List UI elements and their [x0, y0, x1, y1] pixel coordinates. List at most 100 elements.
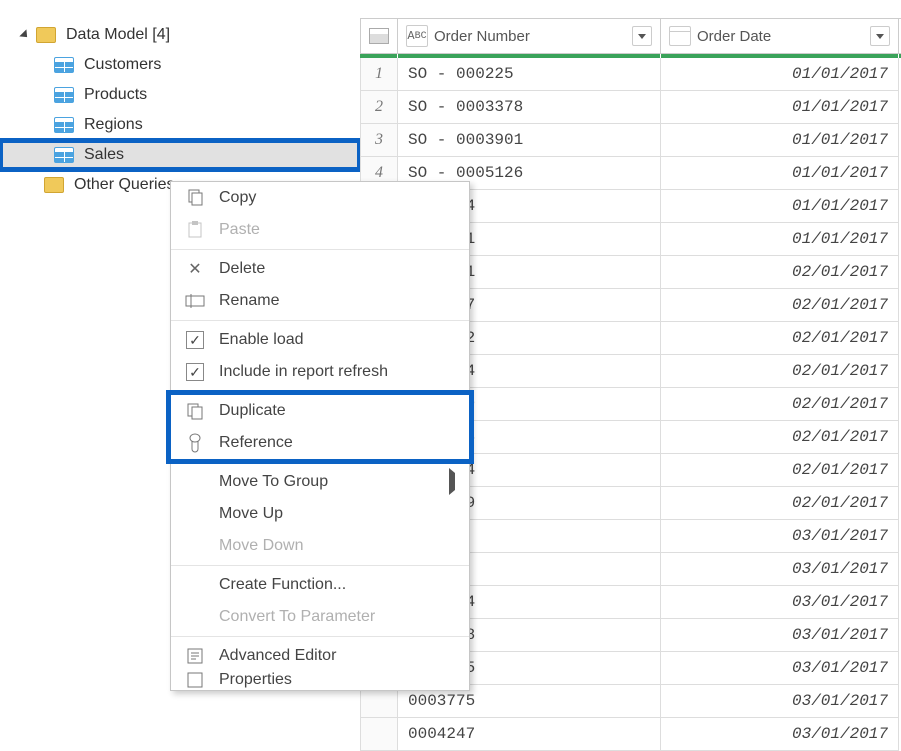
cell-order-date[interactable]: 03/01/2017	[661, 520, 899, 553]
cell-order-number[interactable]: 0004247	[398, 718, 661, 751]
ctx-label: Create Function...	[219, 576, 346, 594]
cell-order-date[interactable]: 01/01/2017	[661, 91, 899, 124]
query-label: Regions	[84, 116, 143, 134]
properties-icon	[183, 672, 207, 690]
ctx-convert-parameter: Convert To Parameter	[171, 601, 469, 633]
column-header-order-number[interactable]: ABC Order Number	[398, 19, 661, 53]
ctx-label: Delete	[219, 260, 265, 278]
cell-order-date[interactable]: 01/01/2017	[661, 124, 899, 157]
column-header-order-date[interactable]: Order Date	[661, 19, 899, 53]
row-header-corner[interactable]	[360, 19, 398, 53]
cell-order-number[interactable]: SO - 000225	[398, 58, 661, 91]
copy-icon	[183, 188, 207, 208]
ctx-label: Paste	[219, 221, 260, 239]
ctx-label: Move Down	[219, 537, 303, 555]
rename-icon	[183, 291, 207, 311]
duplicate-icon	[183, 401, 207, 421]
folder-icon	[44, 177, 64, 193]
blank-icon	[183, 607, 207, 627]
ctx-move-up[interactable]: Move Up	[171, 498, 469, 530]
grid-header-row: ABC Order Number Order Date	[360, 18, 901, 54]
folder-label: Other Queries	[74, 176, 174, 194]
ctx-create-function[interactable]: Create Function...	[171, 569, 469, 601]
expander-icon[interactable]	[19, 29, 30, 40]
cell-order-date[interactable]: 03/01/2017	[661, 586, 899, 619]
column-label: Order Date	[697, 28, 771, 45]
cell-order-date[interactable]: 02/01/2017	[661, 454, 899, 487]
paste-icon	[183, 220, 207, 240]
folder-label: Data Model [4]	[66, 26, 170, 44]
context-menu: Copy Paste ✕ Delete Rename Enable load I…	[170, 181, 470, 691]
ctx-enable-load[interactable]: Enable load	[171, 324, 469, 356]
ctx-delete[interactable]: ✕ Delete	[171, 253, 469, 285]
ctx-label: Rename	[219, 292, 279, 310]
cell-order-date[interactable]: 02/01/2017	[661, 487, 899, 520]
table-icon	[54, 87, 74, 103]
table-row[interactable]: 3SO - 000390101/01/2017	[360, 124, 901, 157]
ctx-move-to-group[interactable]: Move To Group	[171, 466, 469, 498]
cell-order-number[interactable]: SO - 0003901	[398, 124, 661, 157]
ctx-reference[interactable]: Reference	[171, 427, 469, 459]
cell-order-date[interactable]: 02/01/2017	[661, 322, 899, 355]
blank-icon	[183, 504, 207, 524]
cell-order-date[interactable]: 03/01/2017	[661, 718, 899, 751]
cell-order-date[interactable]: 01/01/2017	[661, 157, 899, 190]
table-row[interactable]: 2SO - 000337801/01/2017	[360, 91, 901, 124]
ctx-label: Convert To Parameter	[219, 608, 375, 626]
ctx-advanced-editor[interactable]: Advanced Editor	[171, 640, 469, 672]
cell-order-date[interactable]: 03/01/2017	[661, 619, 899, 652]
ctx-label: Move Up	[219, 505, 283, 523]
table-row[interactable]: 1SO - 00022501/01/2017	[360, 58, 901, 91]
blank-icon	[183, 536, 207, 556]
cell-order-date[interactable]: 02/01/2017	[661, 421, 899, 454]
date-type-icon	[669, 26, 691, 46]
cell-order-date[interactable]: 03/01/2017	[661, 685, 899, 718]
ctx-properties[interactable]: Properties	[171, 672, 469, 690]
ctx-move-down: Move Down	[171, 530, 469, 562]
cell-order-date[interactable]: 02/01/2017	[661, 388, 899, 421]
ctx-rename[interactable]: Rename	[171, 285, 469, 317]
row-number	[360, 718, 398, 751]
ctx-paste: Paste	[171, 214, 469, 246]
row-number: 3	[360, 124, 398, 157]
cell-order-date[interactable]: 03/01/2017	[661, 553, 899, 586]
cell-order-date[interactable]: 03/01/2017	[661, 652, 899, 685]
query-label: Products	[84, 86, 147, 104]
delete-icon: ✕	[183, 259, 207, 279]
ctx-label: Duplicate	[219, 402, 286, 420]
query-customers[interactable]: Customers	[0, 50, 360, 80]
cell-order-date[interactable]: 01/01/2017	[661, 190, 899, 223]
ctx-include-refresh[interactable]: Include in report refresh	[171, 356, 469, 388]
table-icon	[54, 147, 74, 163]
cell-order-number[interactable]: SO - 0003378	[398, 91, 661, 124]
query-label: Sales	[84, 146, 124, 164]
text-type-icon: ABC	[406, 25, 428, 47]
cell-order-date[interactable]: 01/01/2017	[661, 58, 899, 91]
submenu-arrow-icon	[449, 473, 455, 491]
cell-order-date[interactable]: 02/01/2017	[661, 289, 899, 322]
editor-icon	[183, 646, 207, 666]
table-row[interactable]: 000424703/01/2017	[360, 718, 901, 751]
ctx-duplicate[interactable]: Duplicate	[171, 395, 469, 427]
folder-data-model[interactable]: Data Model [4]	[0, 20, 360, 50]
query-label: Customers	[84, 56, 161, 74]
ctx-copy[interactable]: Copy	[171, 182, 469, 214]
column-filter-dropdown[interactable]	[870, 26, 890, 46]
blank-icon	[183, 472, 207, 492]
table-icon	[369, 28, 389, 44]
query-regions[interactable]: Regions	[0, 110, 360, 140]
table-icon	[54, 117, 74, 133]
cell-order-date[interactable]: 02/01/2017	[661, 355, 899, 388]
query-sales[interactable]: Sales	[0, 140, 360, 170]
folder-icon	[36, 27, 56, 43]
column-filter-dropdown[interactable]	[632, 26, 652, 46]
table-icon	[54, 57, 74, 73]
cell-order-date[interactable]: 01/01/2017	[661, 223, 899, 256]
ctx-label: Advanced Editor	[219, 647, 336, 665]
ctx-label: Reference	[219, 434, 293, 452]
ctx-label: Move To Group	[219, 473, 328, 491]
query-products[interactable]: Products	[0, 80, 360, 110]
ctx-label: Copy	[219, 189, 256, 207]
cell-order-date[interactable]: 02/01/2017	[661, 256, 899, 289]
checkbox-checked-icon	[183, 362, 207, 382]
